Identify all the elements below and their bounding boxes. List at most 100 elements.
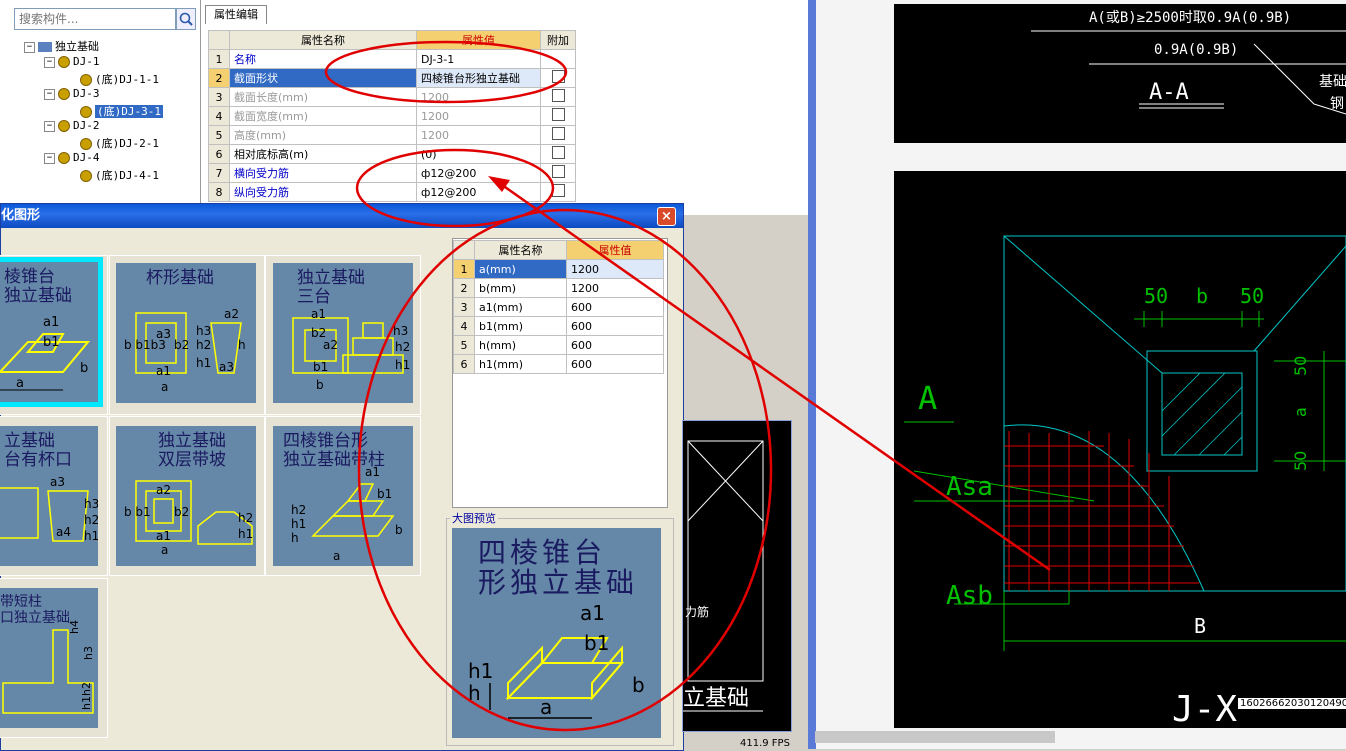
collapse-icon[interactable]: −: [44, 88, 55, 100]
shape-thumb-pyramid-column[interactable]: 四棱锥台形 独立基础带柱 a1 b1 h2 h1 h b a: [273, 426, 413, 566]
property-value[interactable]: 1200: [416, 87, 541, 107]
property-value[interactable]: 1200: [416, 106, 541, 126]
property-value[interactable]: 1200: [416, 125, 541, 145]
table-row[interactable]: 8 纵向受力筋 ф12@200: [208, 182, 576, 202]
shape-thumb-three-tier[interactable]: 独立基础 三台 a1 b2 a2 b1 h3 h2 h1 b: [273, 263, 413, 403]
dim-label: h1: [395, 358, 410, 372]
param-row[interactable]: 5 h(mm) 600: [453, 335, 664, 355]
dim-label: b1: [313, 360, 328, 374]
tree-child-dj3-1[interactable]: (底)DJ-3-1: [80, 103, 163, 119]
cad-label-a: A: [918, 379, 937, 417]
collapse-icon[interactable]: −: [44, 120, 55, 132]
tree-node-label: DJ-3: [73, 87, 100, 100]
tree-child-dj2-1[interactable]: (底)DJ-2-1: [80, 135, 159, 151]
tree-node-dj4[interactable]: − DJ-4: [44, 151, 100, 164]
table-row[interactable]: 6 相对底标高(m) (0): [208, 144, 576, 164]
search-button[interactable]: [176, 8, 196, 30]
dim-label: a2: [156, 483, 171, 497]
dim-label: a: [540, 695, 552, 719]
extra-checkbox[interactable]: [551, 127, 565, 140]
cad-dim-label: 50: [1291, 356, 1310, 376]
cad-background-drawing: 力筋 立基础: [683, 440, 764, 712]
table-row[interactable]: 4 截面宽度(mm) 1200: [208, 106, 576, 126]
shape-thumb-short-column[interactable]: 带短柱 口独立基础 h4 h3 h1h2: [0, 588, 98, 728]
tree-child-dj1-1[interactable]: (底)DJ-1-1: [80, 71, 159, 87]
tab-property-edit[interactable]: 属性编辑: [205, 5, 267, 24]
dim-label: b: [395, 523, 403, 537]
close-button[interactable]: ×: [657, 207, 676, 226]
collapse-icon[interactable]: −: [44, 56, 55, 68]
corner-cell: [453, 240, 475, 260]
tree-child-dj4-1[interactable]: (底)DJ-4-1: [80, 167, 159, 183]
tree-root-label: 独立基础: [55, 40, 99, 53]
param-row[interactable]: 1 a(mm) 1200: [453, 259, 664, 279]
cad-dim-label: a: [1291, 407, 1310, 417]
param-value[interactable]: 600: [566, 297, 664, 317]
extra-checkbox[interactable]: [551, 89, 565, 102]
search-input[interactable]: [15, 9, 163, 29]
table-row[interactable]: 1 名称 DJ-3-1: [208, 49, 576, 69]
param-header-name[interactable]: 属性名称: [474, 240, 567, 260]
extra-checkbox[interactable]: [551, 70, 565, 83]
horizontal-scrollbar[interactable]: [815, 731, 1055, 743]
cad-text: A(或B)≥2500时取0.9A(0.9B): [1089, 10, 1291, 26]
dim-label: h2: [238, 511, 253, 525]
param-value[interactable]: 600: [566, 316, 664, 336]
param-value[interactable]: 1200: [566, 259, 664, 279]
column-header-name[interactable]: 属性名称: [229, 30, 417, 50]
param-row[interactable]: 4 b1(mm) 600: [453, 316, 664, 336]
pyramid-column-shape-icon: a1 b1 h2 h1 h b a: [291, 465, 403, 563]
property-name: 横向受力筋: [229, 163, 417, 183]
collapse-icon[interactable]: −: [24, 41, 35, 53]
shape-thumb-pyramid[interactable]: 棱锥台 独立基础 a1 b1 b a: [0, 257, 103, 407]
search-field[interactable]: [14, 8, 176, 30]
tree-node-dj3[interactable]: − DJ-3: [44, 87, 100, 100]
table-row[interactable]: 7 横向受力筋 ф12@200: [208, 163, 576, 183]
cad-label-asa: Asa: [946, 472, 993, 502]
dim-label: a3: [50, 475, 65, 489]
dialog-title-bar[interactable]: 化图形: [1, 204, 683, 228]
column-header-extra[interactable]: 附加: [540, 30, 576, 50]
property-value[interactable]: (0): [416, 144, 541, 164]
param-name: h(mm): [474, 335, 567, 355]
shape-thumb-double-slope[interactable]: 独立基础 双层带坡 a2 b b1 b2 a1 a h2 h1: [116, 426, 256, 566]
extra-checkbox[interactable]: [551, 165, 565, 178]
tree-child-label: (底)DJ-2-1: [95, 137, 159, 150]
tree-node-dj2[interactable]: − DJ-2: [44, 119, 100, 132]
tree-node-dj1[interactable]: − DJ-1: [44, 55, 100, 68]
dim-label: a2: [224, 307, 239, 321]
splitter-bar[interactable]: [808, 0, 816, 749]
row-number: 3: [453, 297, 475, 317]
table-row[interactable]: 2 截面形状 四棱锥台形独立基础: [208, 68, 576, 88]
property-value[interactable]: ф12@200: [416, 182, 541, 202]
extra-checkbox[interactable]: [551, 108, 565, 121]
extra-checkbox[interactable]: [551, 146, 565, 159]
param-value[interactable]: 600: [566, 335, 664, 355]
double-slope-shape-icon: a2 b b1 b2 a1 a h2 h1: [124, 480, 253, 557]
table-row[interactable]: 3 截面长度(mm) 1200: [208, 87, 576, 107]
property-name: 名称: [229, 49, 417, 69]
param-value[interactable]: 1200: [566, 278, 664, 298]
collapse-icon[interactable]: −: [44, 152, 55, 164]
table-row[interactable]: 5 高度(mm) 1200: [208, 125, 576, 145]
shape-thumb-cup[interactable]: 杯形基础 a2 b b1b3 a3 b2 h3 h2 h h1 a1 a a3: [116, 263, 256, 403]
param-row[interactable]: 2 b(mm) 1200: [453, 278, 664, 298]
component-icon: [80, 138, 92, 150]
param-name: h1(mm): [474, 354, 567, 374]
param-row[interactable]: 3 a1(mm) 600: [453, 297, 664, 317]
property-value[interactable]: DJ-3-1: [416, 49, 541, 69]
property-value[interactable]: 四棱锥台形独立基础: [416, 68, 541, 88]
column-header-value[interactable]: 属性值: [416, 30, 541, 50]
dim-label: b1: [584, 631, 609, 655]
param-row[interactable]: 6 h1(mm) 600: [453, 354, 664, 374]
dim-label: a1: [580, 601, 605, 625]
extra-checkbox[interactable]: [551, 184, 565, 197]
param-value[interactable]: 600: [566, 354, 664, 374]
dim-label: h: [238, 338, 246, 352]
param-header-value[interactable]: 属性值: [566, 240, 664, 260]
dim-label: h2: [395, 340, 410, 354]
tree-root[interactable]: − 独立基础: [24, 38, 99, 54]
property-value[interactable]: ф12@200: [416, 163, 541, 183]
shape-thumb-cup-pedestal[interactable]: 立基础 台有杯口 a3 h3 h2 h1 a4: [0, 426, 98, 566]
extra-cell: [540, 144, 576, 164]
